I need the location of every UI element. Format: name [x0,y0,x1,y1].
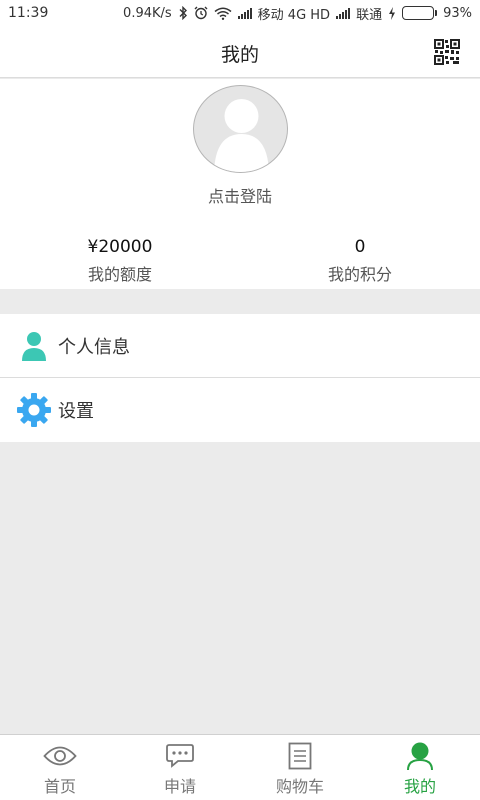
qr-code-icon [434,39,460,65]
charging-icon [389,6,396,20]
tab-label: 首页 [43,777,76,796]
menu-list: 个人信息 设置 [0,314,480,442]
status-bar: 11:39 0.94K/s 移动 4G HD 联通 93% [0,0,480,26]
status-indicators: 0.94K/s 移动 4G HD 联通 93% [123,4,472,23]
battery-icon [402,6,438,20]
menu-item-personal-info[interactable]: 个人信息 [0,314,480,378]
points-value: 0 [354,237,366,257]
document-icon [283,741,317,771]
app-header: 我的 [0,26,480,78]
qr-code-button[interactable] [434,39,460,65]
menu-item-label: 个人信息 [58,336,130,358]
carrier-primary: 移动 4G HD [257,7,331,23]
alarm-icon [194,6,208,20]
tab-home[interactable]: 首页 [0,735,120,800]
tab-label: 我的 [403,777,436,796]
carrier-secondary: 联通 [356,7,383,23]
chat-bubble-icon [163,741,197,771]
credit-limit-value: ¥20000 [87,237,153,257]
credit-limit-stat[interactable]: ¥20000 我的额度 [0,237,240,285]
login-link[interactable]: 点击登陆 [0,183,480,207]
menu-item-label: 设置 [58,401,94,422]
avatar-placeholder-icon [214,99,269,172]
wifi-icon [214,7,232,20]
bottom-tab-bar: 首页 申请 购物车 我的 [0,734,480,800]
tab-label: 购物车 [275,777,324,796]
menu-item-settings[interactable]: 设置 [0,378,480,442]
profile-section: 点击登陆 ¥20000 我的额度 0 我的积分 [0,79,480,289]
points-label: 我的积分 [327,265,392,284]
eye-icon [43,741,77,771]
battery-percent: 93% [443,5,472,21]
page-title: 我的 [220,44,259,66]
tab-apply[interactable]: 申请 [120,735,240,800]
signal-icon [237,7,252,19]
signal-icon-secondary [336,7,351,19]
person-icon [403,741,437,771]
gear-icon [16,392,52,428]
network-speed: 0.94K/s [123,5,172,21]
points-stat[interactable]: 0 我的积分 [240,237,480,285]
tab-mine[interactable]: 我的 [360,735,480,800]
tab-cart[interactable]: 购物车 [240,735,360,800]
credit-limit-label: 我的额度 [87,265,152,284]
bluetooth-icon [179,6,187,20]
avatar[interactable] [193,85,288,173]
person-icon [16,328,52,364]
status-time: 11:39 [8,5,49,21]
tab-label: 申请 [163,777,196,796]
